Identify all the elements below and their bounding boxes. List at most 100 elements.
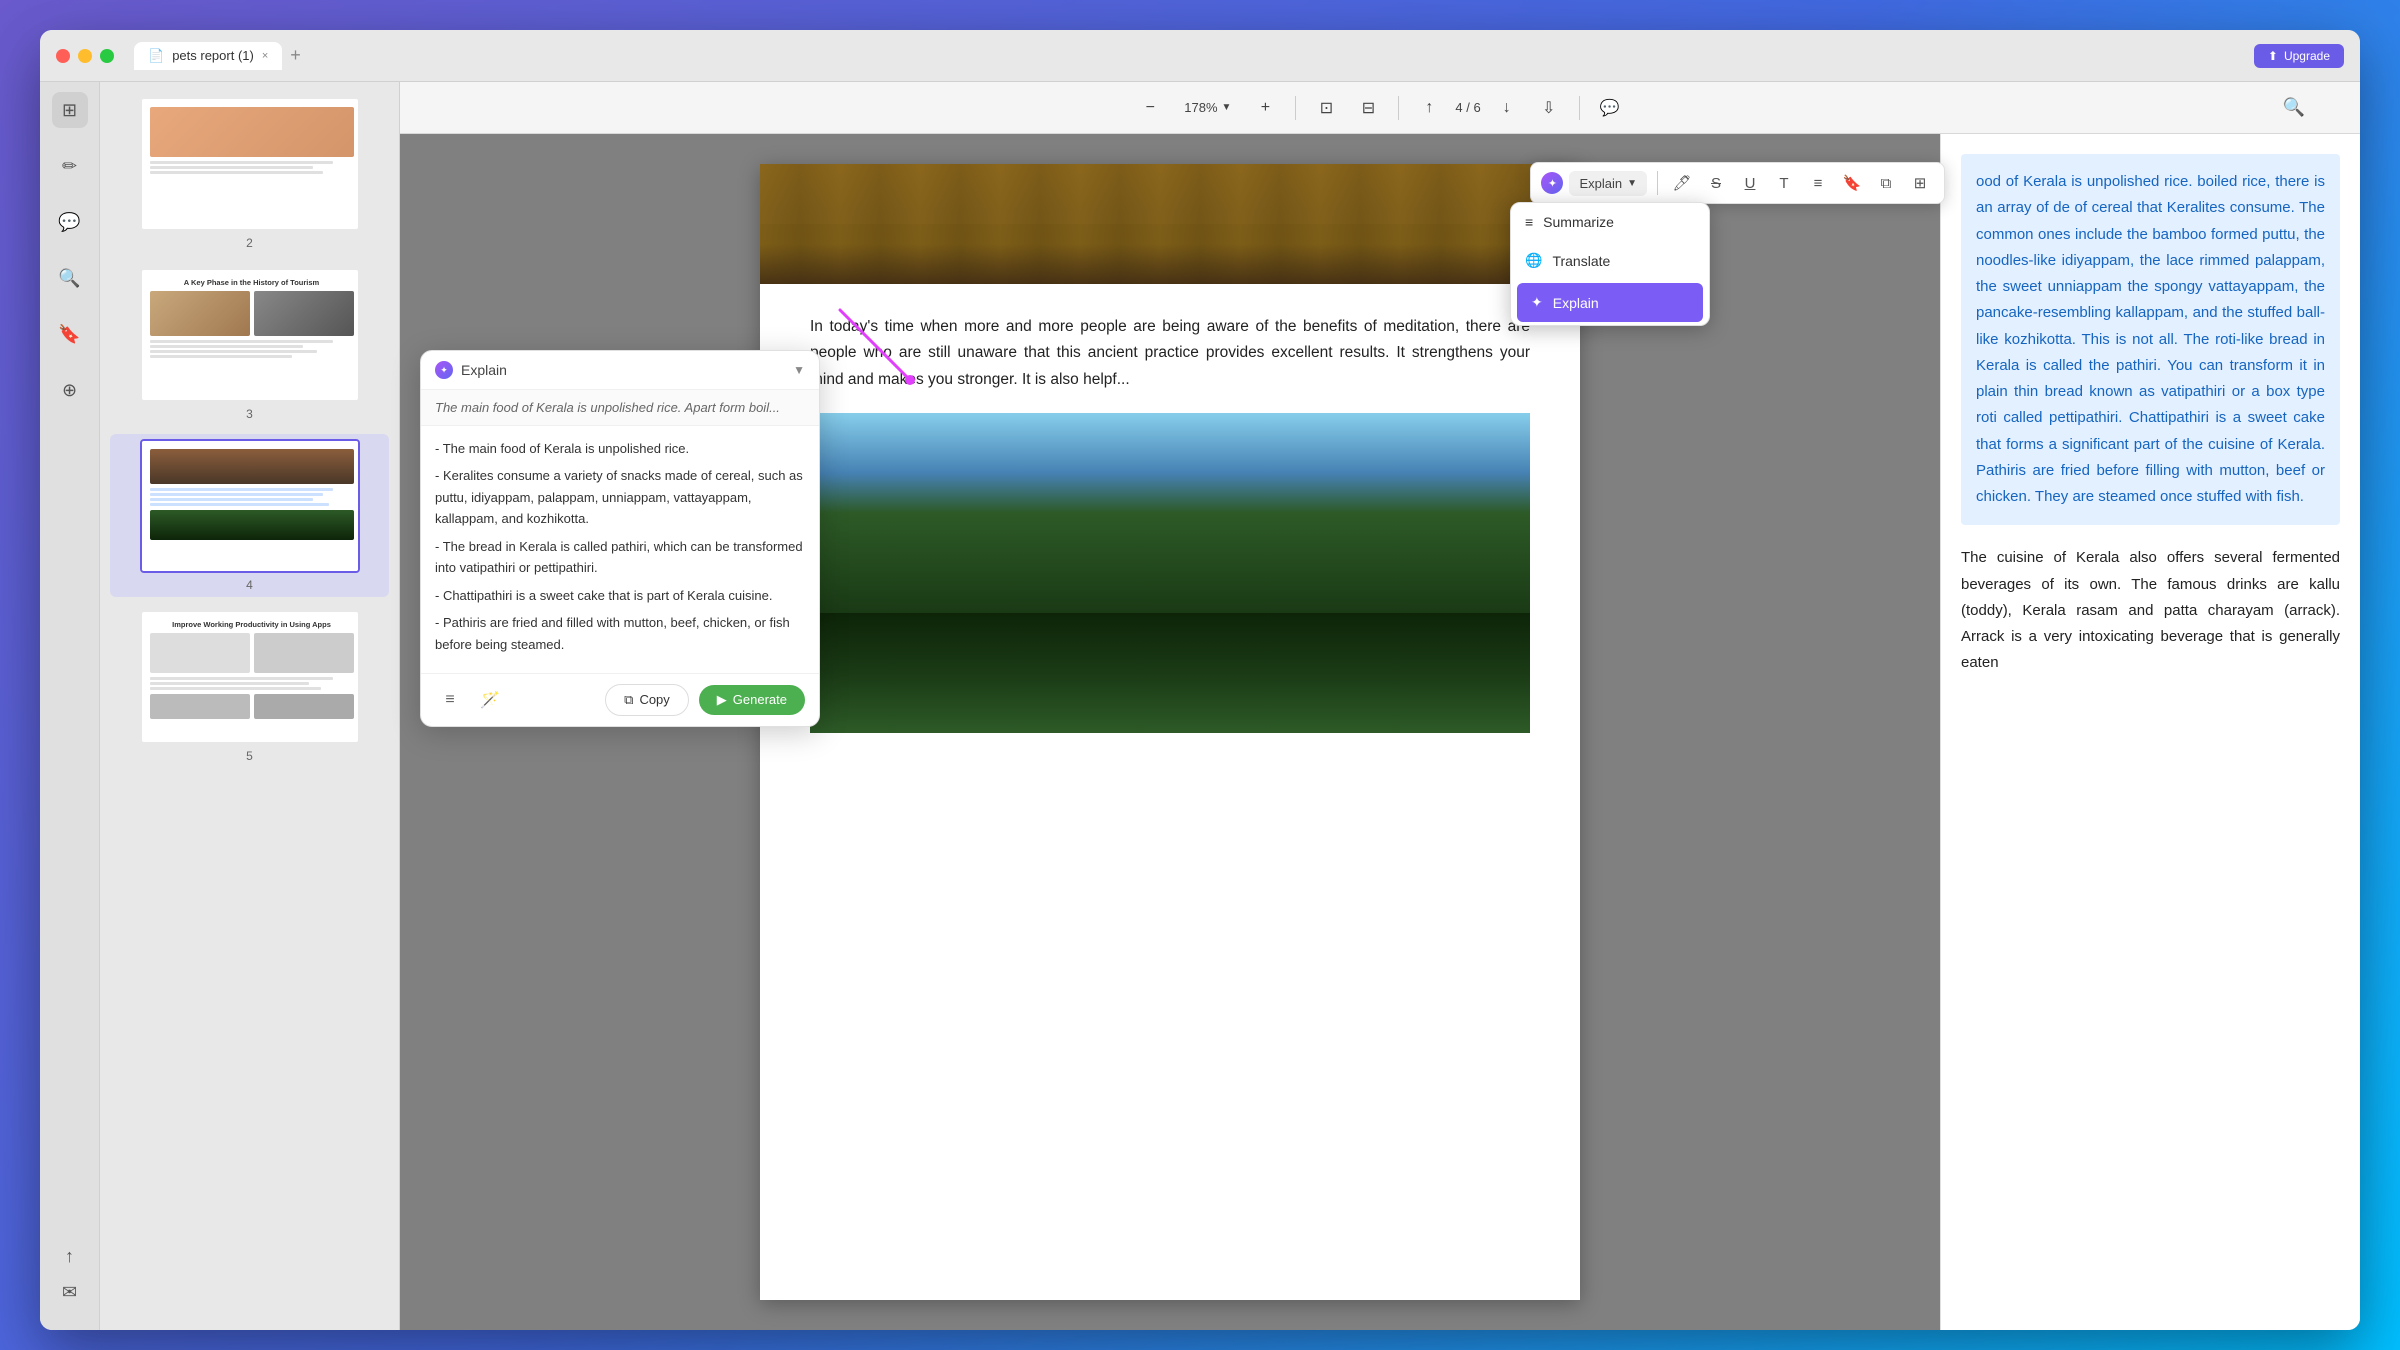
content-area: In today's time when more and more peopl… bbox=[400, 134, 2360, 1330]
toolbar: − 178% ▼ + ⊡ ⊟ ↑ 4 / 6 ↓ ⇩ 💬 bbox=[400, 82, 2360, 134]
context-menu-summarize[interactable]: ≡ Summarize bbox=[1511, 203, 1709, 241]
pdf-page: In today's time when more and more peopl… bbox=[760, 164, 1580, 1300]
copy-tool-button[interactable]: ⧉ bbox=[1872, 169, 1900, 197]
zoom-out-button[interactable]: − bbox=[1134, 92, 1166, 124]
thumbnail-page-4[interactable]: 4 bbox=[110, 434, 389, 597]
annotation-toolbar: ✦ Explain ▼ 🖊 S U T ≡ 🔖 ⧉ ⊞ bbox=[1530, 162, 1940, 204]
thumbnail-5-img: Improve Working Productivity in Using Ap… bbox=[140, 610, 360, 744]
thumb-page-4 bbox=[142, 441, 360, 571]
page-display: 4 / 6 bbox=[1455, 100, 1480, 115]
explain-dropdown-icon[interactable]: ▼ bbox=[793, 363, 805, 377]
next-page-button[interactable]: ↓ bbox=[1491, 92, 1523, 124]
footer-chat-icon[interactable]: ≡ bbox=[435, 685, 465, 715]
thumbnail-page-3[interactable]: A Key Phase in the History of Tourism bbox=[110, 263, 389, 426]
generate-button[interactable]: ▶ Generate bbox=[699, 685, 805, 715]
copy-icon: ⧉ bbox=[624, 692, 633, 708]
pdf-viewer[interactable]: In today's time when more and more peopl… bbox=[400, 134, 1940, 1330]
thumbnail-list: 2 A Key Phase in the History of Tourism bbox=[100, 82, 399, 778]
active-tab[interactable]: 📄 pets report (1) × bbox=[134, 42, 282, 70]
comment-tool-button[interactable]: ≡ bbox=[1804, 169, 1832, 197]
strikethrough-tool-button[interactable]: S bbox=[1702, 169, 1730, 197]
thumb-num-3: 3 bbox=[246, 407, 253, 421]
thumb-page-3: A Key Phase in the History of Tourism bbox=[142, 270, 360, 400]
explain-popup-header: ✦ Explain ▼ bbox=[421, 351, 819, 390]
thumbnail-page-2[interactable]: 2 bbox=[110, 92, 389, 255]
zoom-display[interactable]: 178% ▼ bbox=[1176, 96, 1239, 119]
thumbnail-4-img bbox=[140, 439, 360, 573]
main-area: ⊞ ✏ 💬 🔍 🔖 ⊕ ↑ ✉ bbox=[40, 82, 2360, 1330]
context-menu-translate[interactable]: 🌐 Translate bbox=[1511, 241, 1709, 280]
sidebar-icon-mail[interactable]: ✉ bbox=[52, 1274, 88, 1310]
fit-page-button[interactable]: ⊡ bbox=[1310, 92, 1342, 124]
tab-bar: 📄 pets report (1) × + bbox=[134, 42, 301, 70]
sidebar-icon-bookmarks[interactable]: 🔖 bbox=[52, 316, 88, 352]
thumb-page-2 bbox=[142, 99, 360, 229]
highlighted-text-block: ood of Kerala is unpolished rice. boiled… bbox=[1961, 154, 2340, 525]
zoom-in-button[interactable]: + bbox=[1249, 92, 1281, 124]
more-tool-button[interactable]: ⊞ bbox=[1906, 169, 1934, 197]
summarize-icon: ≡ bbox=[1525, 214, 1533, 230]
result-line-5: - Pathiris are fried and filled with mut… bbox=[435, 612, 805, 655]
explain-toolbar-button[interactable]: Explain ▼ bbox=[1569, 171, 1647, 196]
comment-button[interactable]: 💬 bbox=[1594, 92, 1626, 124]
upgrade-icon: ⬆ bbox=[2268, 49, 2278, 63]
highlighted-text-content: ood of Kerala is unpolished rice. boiled… bbox=[1976, 173, 2325, 505]
generate-icon: ▶ bbox=[717, 692, 727, 708]
maximize-button[interactable] bbox=[100, 49, 114, 63]
pdf-nature-image bbox=[810, 413, 1530, 733]
text-tool-button[interactable]: T bbox=[1770, 169, 1798, 197]
sidebar-icon-annotate[interactable]: ✏ bbox=[52, 148, 88, 184]
explain-icon: ✦ bbox=[1531, 294, 1543, 311]
thumb-num-5: 5 bbox=[246, 749, 253, 763]
explain-input-text: The main food of Kerala is unpolished ri… bbox=[421, 390, 819, 426]
result-line-1: - The main food of Kerala is unpolished … bbox=[435, 438, 805, 459]
translate-icon: 🌐 bbox=[1525, 252, 1542, 269]
explain-popup-title: ✦ Explain bbox=[435, 361, 507, 379]
bookmark-tool-button[interactable]: 🔖 bbox=[1838, 169, 1866, 197]
fit-width-button[interactable]: ⊟ bbox=[1352, 92, 1384, 124]
close-button[interactable] bbox=[56, 49, 70, 63]
last-page-button[interactable]: ⇩ bbox=[1533, 92, 1565, 124]
tab-close-icon[interactable]: × bbox=[262, 50, 268, 62]
toolbar-search-button[interactable]: 🔍 bbox=[2278, 92, 2310, 124]
copy-button[interactable]: ⧉ Copy bbox=[605, 684, 689, 716]
thumbnail-page-5[interactable]: Improve Working Productivity in Using Ap… bbox=[110, 605, 389, 768]
thumb-num-4: 4 bbox=[246, 578, 253, 592]
icon-sidebar: ⊞ ✏ 💬 🔍 🔖 ⊕ ↑ ✉ bbox=[40, 82, 100, 1330]
thumb-page-5: Improve Working Productivity in Using Ap… bbox=[142, 612, 360, 742]
thumb-2-image bbox=[150, 107, 354, 157]
ai-icon: ✦ bbox=[1541, 172, 1563, 194]
divider-1 bbox=[1295, 96, 1296, 120]
sidebar-icon-comments[interactable]: 💬 bbox=[52, 204, 88, 240]
thumb-num-2: 2 bbox=[246, 236, 253, 250]
explain-result: - The main food of Kerala is unpolished … bbox=[421, 426, 819, 673]
sidebar-icon-pages[interactable]: ⊞ bbox=[52, 92, 88, 128]
divider-2 bbox=[1398, 96, 1399, 120]
pdf-paragraph-1: In today's time when more and more peopl… bbox=[810, 314, 1530, 393]
sidebar-icon-share[interactable]: ↑ bbox=[52, 1238, 88, 1274]
add-tab-button[interactable]: + bbox=[290, 45, 301, 66]
underline-tool-button[interactable]: U bbox=[1736, 169, 1764, 197]
thumb-5-title: Improve Working Productivity in Using Ap… bbox=[150, 620, 354, 629]
minimize-button[interactable] bbox=[78, 49, 92, 63]
pdf-content: In today's time when more and more peopl… bbox=[760, 284, 1580, 763]
explain-popup: ✦ Explain ▼ The main food of Kerala is u… bbox=[420, 350, 820, 727]
sidebar-icon-search[interactable]: 🔍 bbox=[52, 260, 88, 296]
footer-magic-icon[interactable]: 🪄 bbox=[475, 685, 505, 715]
traffic-lights bbox=[56, 49, 114, 63]
highlight-tool-button[interactable]: 🖊 bbox=[1668, 169, 1696, 197]
thumb-3-title: A Key Phase in the History of Tourism bbox=[150, 278, 354, 287]
upgrade-button[interactable]: ⬆ Upgrade bbox=[2254, 44, 2344, 68]
content-wrapper: − 178% ▼ + ⊡ ⊟ ↑ 4 / 6 ↓ ⇩ 💬 bbox=[400, 82, 2360, 1330]
result-line-4: - Chattipathiri is a sweet cake that is … bbox=[435, 585, 805, 606]
context-menu-explain[interactable]: ✦ Explain bbox=[1517, 283, 1703, 322]
right-panel-continuation: The cuisine of Kerala also offers severa… bbox=[1961, 545, 2340, 676]
prev-page-button[interactable]: ↑ bbox=[1413, 92, 1445, 124]
result-line-2: - Keralites consume a variety of snacks … bbox=[435, 465, 805, 529]
right-panel: ood of Kerala is unpolished rice. boiled… bbox=[1940, 134, 2360, 1330]
thumbnail-2-img bbox=[140, 97, 360, 231]
explain-footer: ≡ 🪄 ⧉ Copy ▶ Generate bbox=[421, 673, 819, 726]
divider-3 bbox=[1579, 96, 1580, 120]
sidebar-icon-layers[interactable]: ⊕ bbox=[52, 372, 88, 408]
thumbnail-3-img: A Key Phase in the History of Tourism bbox=[140, 268, 360, 402]
